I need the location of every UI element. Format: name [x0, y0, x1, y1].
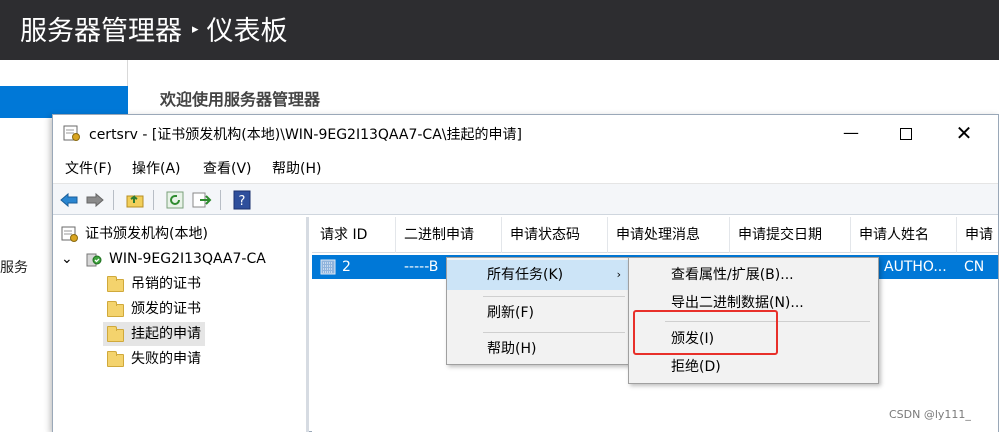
welcome-heading: 欢迎使用服务器管理器	[160, 90, 321, 109]
tree-item-ca-root[interactable]: 证书颁发机构(本地)	[61, 222, 208, 246]
certificate-authority-icon	[61, 226, 78, 242]
close-button[interactable]: ✕	[941, 115, 987, 151]
menu-action[interactable]: 操作(A)	[132, 158, 181, 178]
column-request-more[interactable]: 申请	[957, 217, 998, 253]
breadcrumb-arrow-icon: ▸	[192, 22, 199, 37]
list-header: 请求 ID 二进制申请 申请状态码 申请处理消息 申请提交日期 申请人姓名 申请	[312, 217, 998, 253]
watermark: CSDN @ly111_	[889, 408, 971, 421]
menu-item-view-attributes[interactable]: 查看属性/扩展(B)...	[629, 260, 878, 290]
window-title: certsrv - [证书颁发机构(本地)\WIN-9EG2I13QAA7-CA…	[89, 127, 522, 143]
server-manager-header: 服务器管理器 ▸ 仪表板	[0, 0, 999, 60]
toolbar-separator	[220, 190, 221, 210]
folder-icon	[107, 301, 124, 317]
cell-requester-name: AUTHO...	[884, 259, 947, 275]
toolbar: ?	[53, 183, 998, 215]
window-titlebar[interactable]: certsrv - [证书颁发机构(本地)\WIN-9EG2I13QAA7-CA…	[53, 115, 998, 151]
cell-binary-request: -----B	[404, 259, 439, 275]
menu-separator	[483, 332, 625, 333]
column-requester-name[interactable]: 申请人姓名	[851, 217, 957, 253]
folder-icon	[107, 326, 124, 342]
column-submitted-date[interactable]: 申请提交日期	[730, 217, 851, 253]
maximize-icon	[900, 127, 912, 140]
svg-text:?: ?	[239, 194, 246, 209]
submenu-arrow-icon: ›	[616, 268, 621, 281]
refresh-icon	[166, 191, 184, 209]
back-arrow-icon	[60, 192, 78, 208]
column-request-id[interactable]: 请求 ID	[312, 217, 396, 253]
refresh-button[interactable]	[165, 190, 185, 210]
ca-server-icon	[86, 253, 102, 267]
maximize-button[interactable]	[883, 115, 929, 151]
folder-icon	[107, 276, 124, 292]
expand-chevron-icon[interactable]: ⌄	[61, 252, 77, 266]
help-button[interactable]: ?	[232, 190, 252, 210]
tree-item-issued[interactable]: 颁发的证书	[107, 297, 201, 321]
server-manager-title: 服务器管理器 ▸ 仪表板	[20, 16, 288, 47]
menu-item-deny[interactable]: 拒绝(D)	[629, 352, 878, 382]
menu-bar: 文件(F) 操作(A) 查看(V) 帮助(H)	[53, 153, 998, 181]
menu-item-help[interactable]: 帮助(H)	[447, 334, 633, 364]
minimize-button[interactable]: —	[828, 115, 874, 151]
column-status-code[interactable]: 申请状态码	[502, 217, 608, 253]
tree-item-revoked[interactable]: 吊销的证书	[107, 272, 201, 296]
forward-arrow-icon	[86, 192, 104, 208]
cell-request-common-name: CN	[964, 259, 985, 275]
menu-view[interactable]: 查看(V)	[203, 158, 252, 178]
column-disposition-message[interactable]: 申请处理消息	[608, 217, 730, 253]
nav-item-services[interactable]: 服务	[0, 257, 28, 277]
tree-item-pending[interactable]: 挂起的申请	[103, 322, 205, 346]
menu-separator	[483, 296, 625, 297]
export-list-button[interactable]	[192, 190, 212, 210]
export-list-icon	[192, 192, 212, 208]
context-menu: 所有任务(K) › 刷新(F) 帮助(H)	[446, 257, 634, 365]
certsrv-app-icon	[63, 125, 80, 141]
help-icon: ?	[233, 190, 251, 210]
toolbar-separator	[113, 190, 114, 210]
forward-button[interactable]	[85, 190, 105, 210]
highlight-annotation-box	[633, 310, 778, 355]
menu-item-all-tasks[interactable]: 所有任务(K) ›	[447, 260, 633, 290]
up-folder-icon	[126, 195, 144, 208]
back-button[interactable]	[59, 190, 79, 210]
menu-item-refresh[interactable]: 刷新(F)	[447, 298, 633, 328]
column-binary-request[interactable]: 二进制申请	[396, 217, 502, 253]
cell-request-id: 2	[342, 259, 351, 275]
console-tree: 证书颁发机构(本地) ⌄ WIN-9EG2I13QAA7-CA 吊销的证书 颁发…	[53, 217, 309, 432]
folder-icon	[107, 351, 124, 367]
up-one-level-button[interactable]	[125, 190, 145, 210]
menu-file[interactable]: 文件(F)	[65, 158, 112, 178]
menu-help[interactable]: 帮助(H)	[272, 158, 321, 178]
toolbar-separator	[153, 190, 154, 210]
tree-item-ca-server[interactable]: ⌄ WIN-9EG2I13QAA7-CA	[61, 247, 266, 271]
pending-request-icon	[320, 259, 336, 275]
tree-item-failed[interactable]: 失败的申请	[107, 347, 201, 371]
